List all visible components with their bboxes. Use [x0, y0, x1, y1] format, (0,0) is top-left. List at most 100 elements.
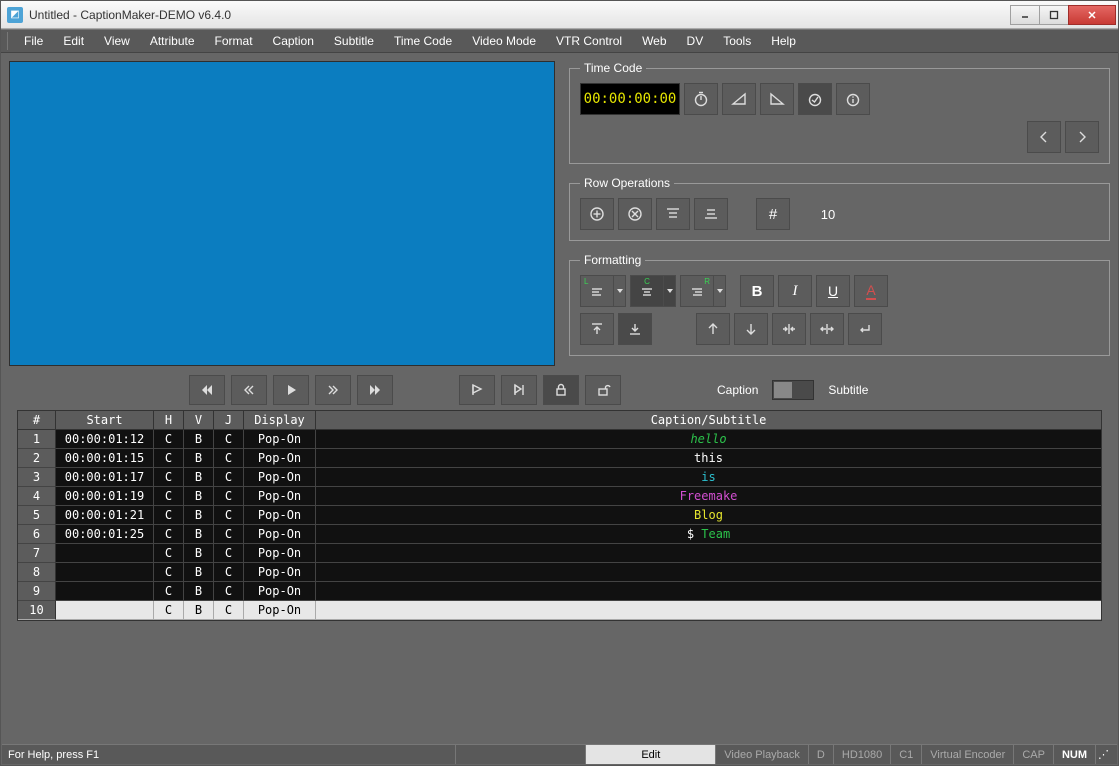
rewind-icon[interactable] — [231, 375, 267, 405]
formatting-legend: Formatting — [580, 253, 645, 267]
align-left-dropdown[interactable]: L — [580, 275, 626, 307]
rowops-legend: Row Operations — [580, 176, 674, 190]
text-color-button[interactable]: A — [854, 275, 888, 307]
stopwatch-icon[interactable] — [684, 83, 718, 115]
align-bottom-icon[interactable] — [694, 198, 728, 230]
minimize-button[interactable] — [1010, 5, 1040, 25]
status-encoder: Virtual Encoder — [921, 745, 1013, 764]
ramp-up-icon[interactable] — [722, 83, 756, 115]
delete-row-icon[interactable] — [618, 198, 652, 230]
transport-bar: Caption Subtitle — [9, 366, 1110, 410]
col-start[interactable]: Start — [56, 411, 154, 429]
status-grip: ⋰ — [1095, 745, 1111, 764]
col-caption[interactable]: Caption/Subtitle — [316, 411, 1101, 429]
lock-closed-icon[interactable] — [543, 375, 579, 405]
forward-full-icon[interactable] — [357, 375, 393, 405]
statusbar: For Help, press F1 Edit Video Playback D… — [2, 744, 1117, 764]
table-row[interactable]: 7CBCPop-On — [18, 544, 1101, 563]
timecode-panel: Time Code 00:00:00:00 — [569, 61, 1110, 164]
col-display[interactable]: Display — [244, 411, 316, 429]
menu-file[interactable]: File — [14, 32, 53, 50]
menu-time-code[interactable]: Time Code — [384, 32, 462, 50]
menu-dv[interactable]: DV — [677, 32, 714, 50]
menu-caption[interactable]: Caption — [263, 32, 324, 50]
menu-web[interactable]: Web — [632, 32, 676, 50]
col-num[interactable]: # — [18, 411, 56, 429]
caption-mode-label: Caption — [717, 383, 758, 397]
maximize-button[interactable] — [1039, 5, 1069, 25]
app-icon: ◩ — [7, 7, 23, 23]
status-blank — [455, 745, 585, 764]
formatting-panel: Formatting L C R — [569, 253, 1110, 356]
menu-help[interactable]: Help — [761, 32, 806, 50]
status-edit: Edit — [585, 745, 715, 764]
col-h[interactable]: H — [154, 411, 184, 429]
timecode-display: 00:00:00:00 — [580, 83, 680, 115]
menu-vtr-control[interactable]: VTR Control — [546, 32, 632, 50]
status-cap: CAP — [1013, 745, 1053, 764]
table-row[interactable]: 300:00:01:17CBCPop-Onis — [18, 468, 1101, 487]
table-row[interactable]: 600:00:01:25CBCPop-On$ Team — [18, 525, 1101, 544]
titlebar: ◩ Untitled - CaptionMaker-DEMO v6.4.0 — [1, 1, 1118, 29]
bold-button[interactable]: B — [740, 275, 774, 307]
next-arrow-icon[interactable] — [1065, 121, 1099, 153]
status-num: NUM — [1053, 745, 1095, 764]
timer-info-icon[interactable] — [836, 83, 870, 115]
status-help: For Help, press F1 — [8, 749, 99, 761]
prev-arrow-icon[interactable] — [1027, 121, 1061, 153]
menu-video-mode[interactable]: Video Mode — [462, 32, 546, 50]
add-row-icon[interactable] — [580, 198, 614, 230]
row-number-input[interactable] — [816, 200, 840, 228]
expand-h-icon[interactable] — [810, 313, 844, 345]
flag-skip-icon[interactable] — [501, 375, 537, 405]
table-row[interactable]: 500:00:01:21CBCPop-OnBlog — [18, 506, 1101, 525]
timer-check-icon[interactable] — [798, 83, 832, 115]
status-hd: HD1080 — [833, 745, 890, 764]
video-preview[interactable] — [9, 61, 555, 366]
table-row[interactable]: 8CBCPop-On — [18, 563, 1101, 582]
caption-table[interactable]: # Start H V J Display Caption/Subtitle 1… — [17, 410, 1102, 621]
move-down-icon[interactable] — [734, 313, 768, 345]
table-row[interactable]: 9CBCPop-On — [18, 582, 1101, 601]
mode-toggle[interactable] — [772, 380, 814, 400]
push-up-icon[interactable] — [580, 313, 614, 345]
status-playback: Video Playback — [715, 745, 808, 764]
lock-open-icon[interactable] — [585, 375, 621, 405]
menu-attribute[interactable]: Attribute — [140, 32, 205, 50]
play-icon[interactable] — [273, 375, 309, 405]
hash-button[interactable]: # — [756, 198, 790, 230]
close-button[interactable] — [1068, 5, 1116, 25]
menu-edit[interactable]: Edit — [53, 32, 94, 50]
push-down-icon[interactable] — [618, 313, 652, 345]
menu-subtitle[interactable]: Subtitle — [324, 32, 384, 50]
table-row[interactable]: 100:00:01:12CBCPop-Onhello — [18, 430, 1101, 449]
flag-play-icon[interactable] — [459, 375, 495, 405]
status-c1: C1 — [890, 745, 921, 764]
compress-h-icon[interactable] — [772, 313, 806, 345]
col-j[interactable]: J — [214, 411, 244, 429]
move-up-icon[interactable] — [696, 313, 730, 345]
table-row[interactable]: 400:00:01:19CBCPop-OnFreemake — [18, 487, 1101, 506]
rowops-panel: Row Operations # — [569, 176, 1110, 241]
menu-format[interactable]: Format — [205, 32, 263, 50]
app-window: ◩ Untitled - CaptionMaker-DEMO v6.4.0 Fi… — [0, 0, 1119, 766]
window-title: Untitled - CaptionMaker-DEMO v6.4.0 — [29, 8, 1011, 22]
align-center-dropdown[interactable]: C — [630, 275, 676, 307]
align-top-icon[interactable] — [656, 198, 690, 230]
menu-view[interactable]: View — [94, 32, 140, 50]
menubar: FileEditViewAttributeFormatCaptionSubtit… — [1, 29, 1118, 53]
rewind-full-icon[interactable] — [189, 375, 225, 405]
col-v[interactable]: V — [184, 411, 214, 429]
ramp-down-icon[interactable] — [760, 83, 794, 115]
align-right-dropdown[interactable]: R — [680, 275, 726, 307]
italic-button[interactable]: I — [778, 275, 812, 307]
table-row[interactable]: 10CBCPop-On — [18, 601, 1101, 620]
return-icon[interactable] — [848, 313, 882, 345]
menu-tools[interactable]: Tools — [713, 32, 761, 50]
underline-button[interactable]: U — [816, 275, 850, 307]
table-row[interactable]: 200:00:01:15CBCPop-Onthis — [18, 449, 1101, 468]
status-d: D — [808, 745, 833, 764]
subtitle-mode-label: Subtitle — [828, 383, 868, 397]
forward-icon[interactable] — [315, 375, 351, 405]
timecode-legend: Time Code — [580, 61, 646, 75]
